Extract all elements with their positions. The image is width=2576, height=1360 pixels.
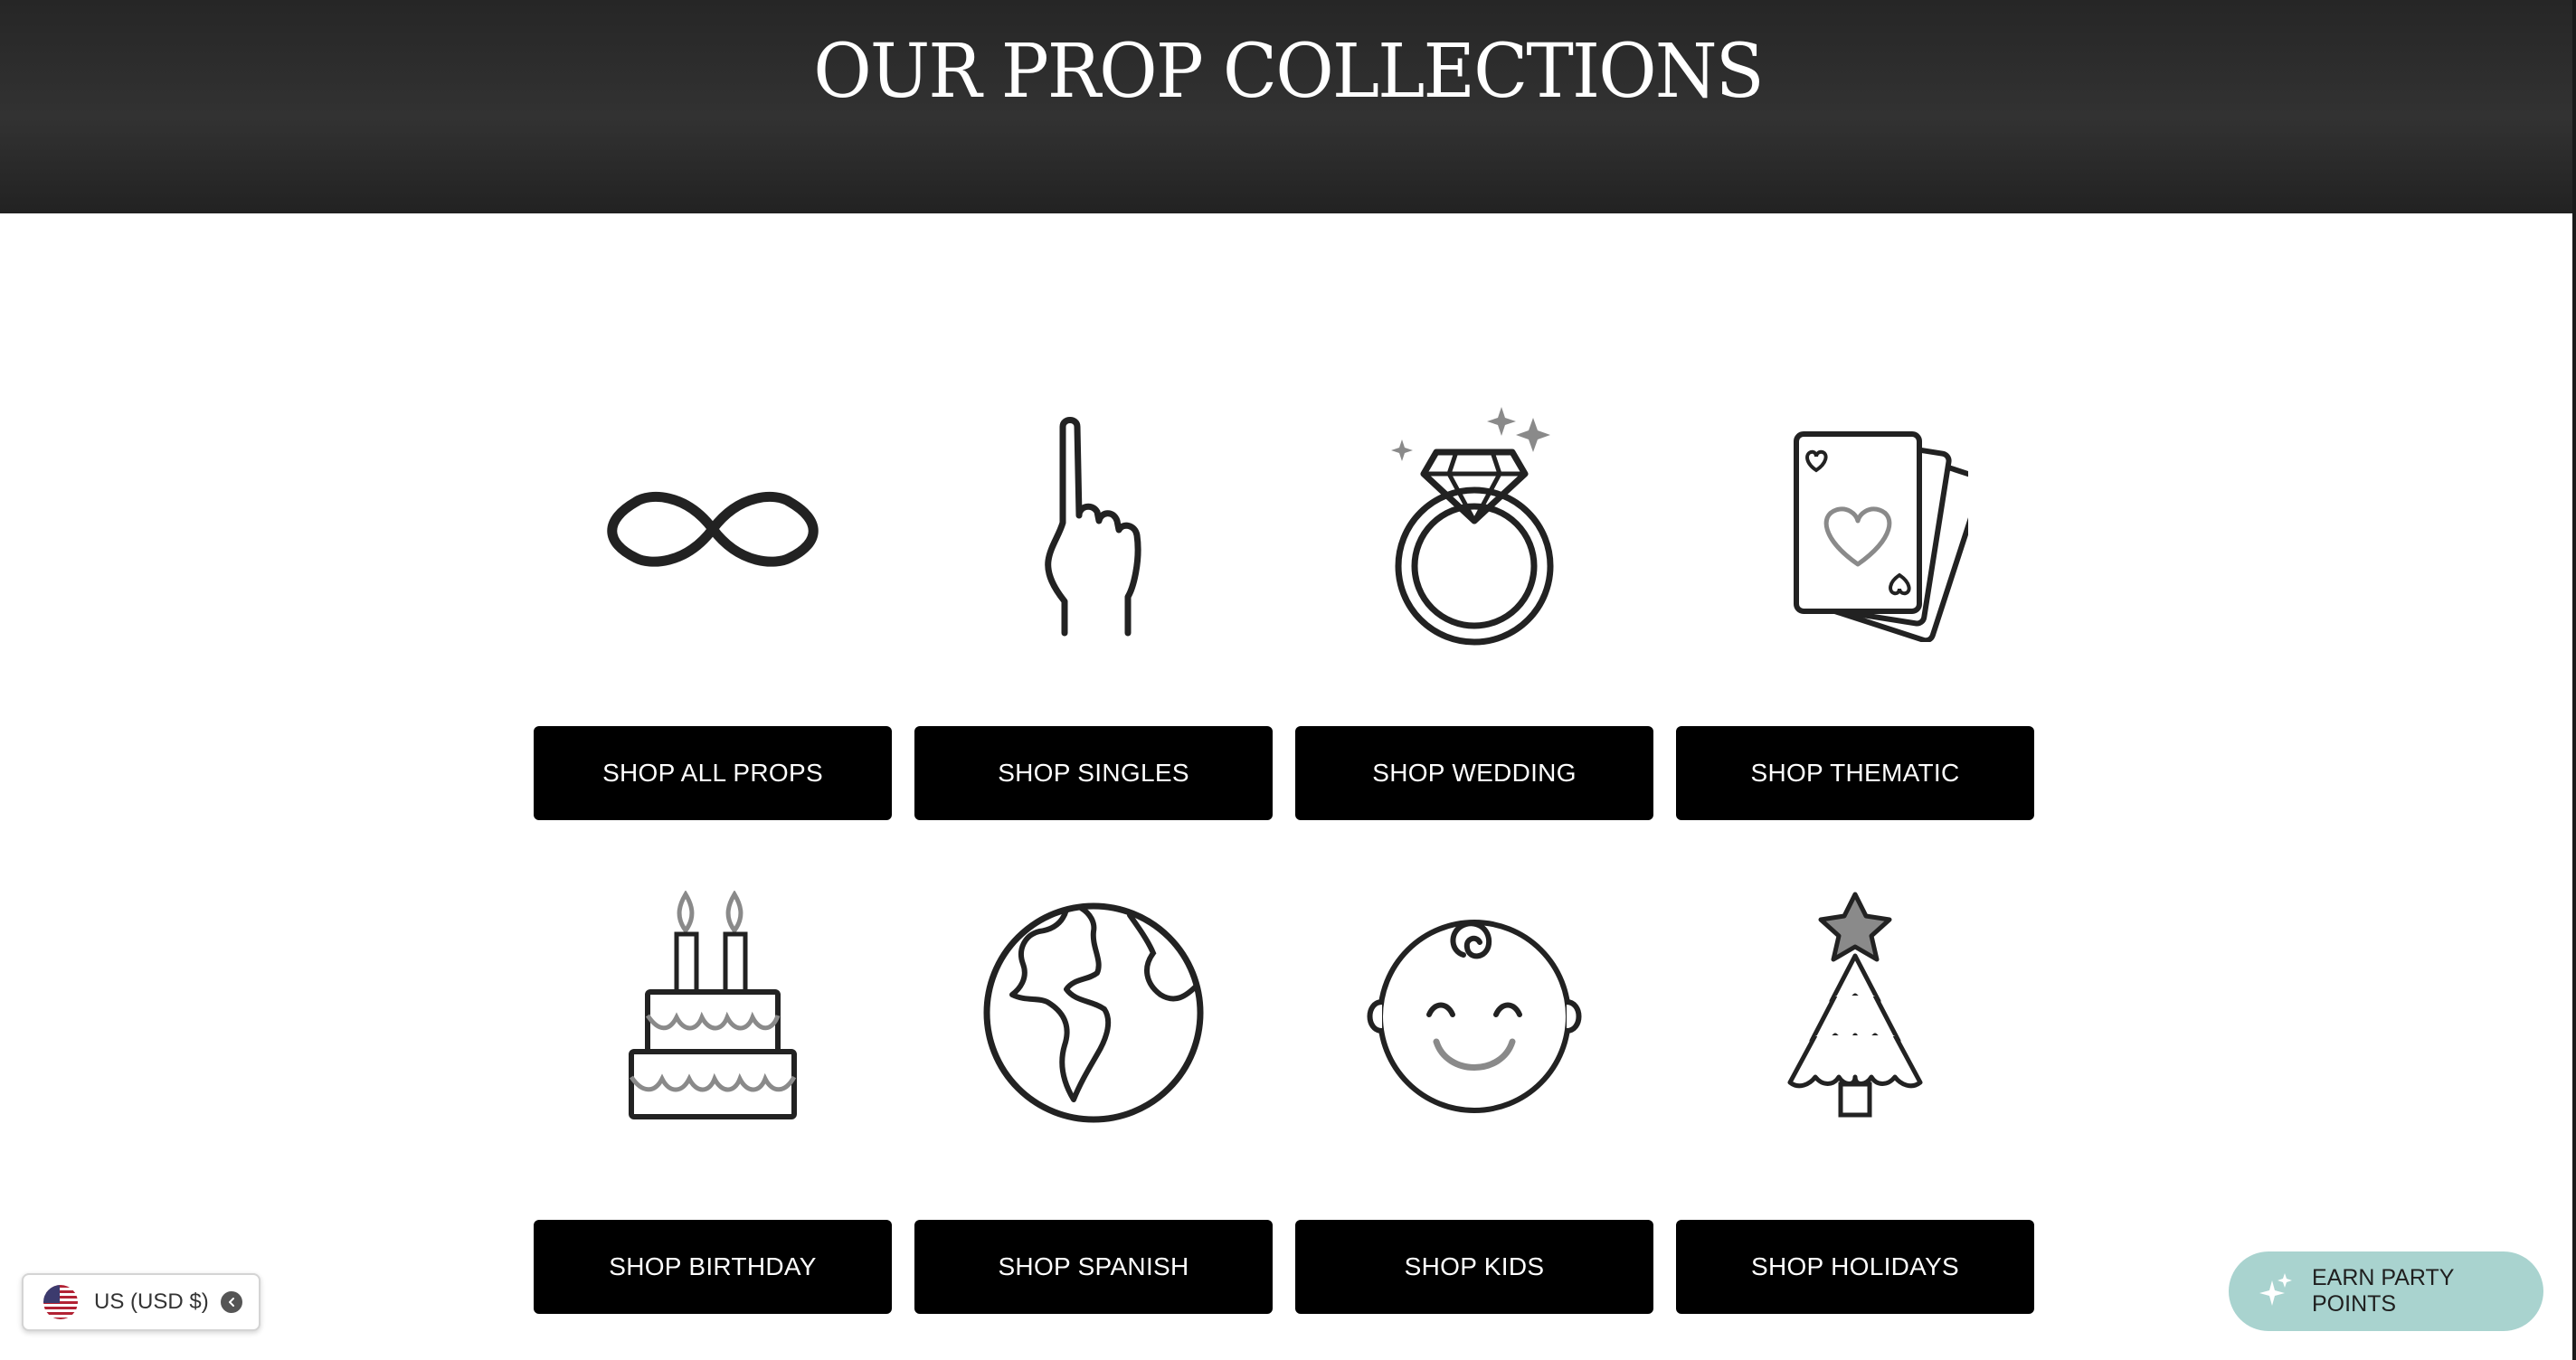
birthday-cake-icon [534, 882, 892, 1144]
shop-birthday-button[interactable]: SHOP BIRTHDAY [534, 1220, 892, 1314]
earn-party-points-label: EARN PARTY POINTS [2312, 1265, 2454, 1317]
globe-icon [914, 882, 1273, 1144]
us-flag-icon [43, 1285, 78, 1319]
pointing-hand-icon [914, 398, 1273, 660]
playing-cards-icon [1676, 398, 2034, 660]
earn-party-points-button[interactable]: EARN PARTY POINTS [2229, 1251, 2543, 1331]
page-title: OUR PROP COLLECTIONS [813, 29, 1764, 115]
currency-label: US (USD $) [94, 1289, 209, 1314]
sparkle-icon [2258, 1271, 2294, 1312]
page: OUR PROP COLLECTIONS SHOP ALL PROPS SHOP… [0, 0, 2576, 1360]
collections-hero: OUR PROP COLLECTIONS [0, 0, 2572, 213]
infinity-icon [534, 398, 892, 660]
shop-kids-button[interactable]: SHOP KIDS [1295, 1220, 1653, 1314]
currency-selector[interactable]: US (USD $) [22, 1273, 260, 1331]
shop-singles-button[interactable]: SHOP SINGLES [914, 726, 1273, 820]
christmas-tree-icon [1676, 882, 2034, 1144]
shop-holidays-button[interactable]: SHOP HOLIDAYS [1676, 1220, 2034, 1314]
shop-all-props-button[interactable]: SHOP ALL PROPS [534, 726, 892, 820]
chevron-left-icon [221, 1291, 242, 1313]
diamond-ring-icon [1295, 398, 1653, 660]
shop-wedding-button[interactable]: SHOP WEDDING [1295, 726, 1653, 820]
baby-face-icon [1295, 882, 1653, 1144]
shop-spanish-button[interactable]: SHOP SPANISH [914, 1220, 1273, 1314]
shop-thematic-button[interactable]: SHOP THEMATIC [1676, 726, 2034, 820]
